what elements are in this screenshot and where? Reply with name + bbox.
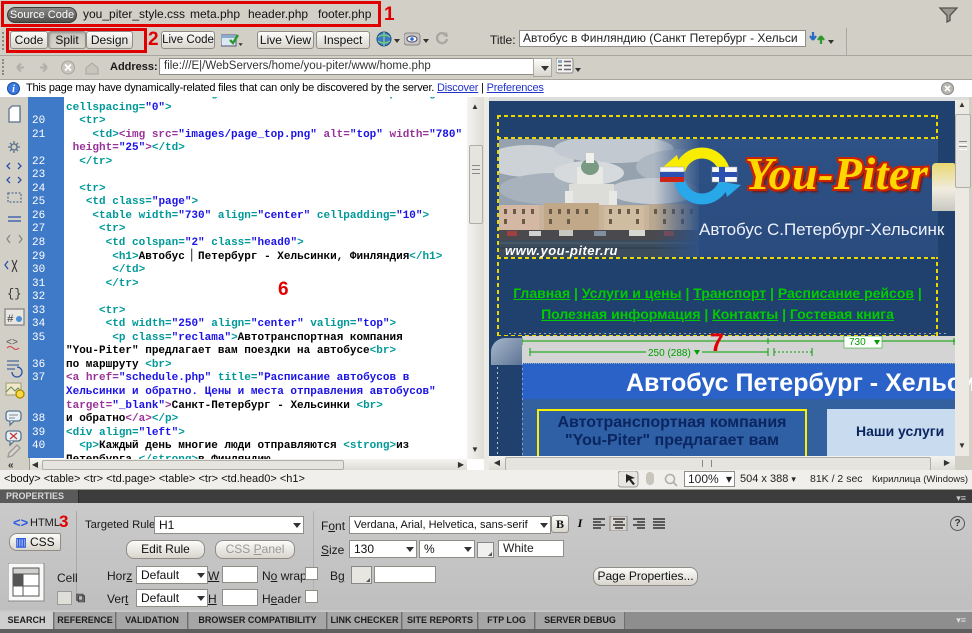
svg-text:730: 730 [849, 337, 866, 348]
svg-text:i: i [12, 84, 15, 95]
svg-text:#: # [7, 314, 14, 326]
svg-text:250 (288): 250 (288) [648, 348, 691, 359]
svg-text:{}: {} [7, 287, 21, 301]
svg-text:«: « [8, 460, 14, 470]
